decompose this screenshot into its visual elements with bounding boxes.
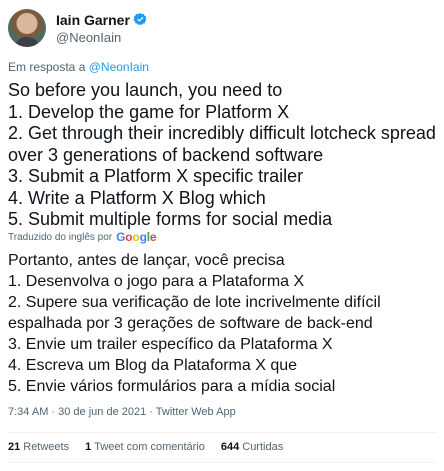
google-logo-icon: Google (116, 230, 157, 244)
translated-text-line: 1. Desenvolva o jogo para a Plataforma X (8, 273, 305, 290)
tweet-text-line: 5. Submit multiple forms for social medi… (8, 209, 333, 229)
likes-stat[interactable]: 644 Curtidas (221, 441, 283, 453)
retweets-count: 21 (8, 441, 21, 453)
translated-text: Portanto, antes de lançar, você precisa … (8, 250, 436, 397)
avatar[interactable] (8, 9, 46, 47)
tweet-stats: 21 Retweets 1 Tweet com comentário 644 Curt… (8, 441, 299, 453)
tweet-text-line: 3. Submit a Platform X specific trailer (8, 166, 304, 186)
quote-tweets-stat[interactable]: 1 Tweet com comentário (85, 441, 205, 453)
verified-badge-icon (133, 12, 147, 25)
name-row: Iain Garner (56, 11, 148, 29)
translated-text-line: 2. Supere sua verificação de lote incriv… (8, 294, 381, 311)
tweet-text-line: 1. Develop the game for Platform X (8, 101, 290, 122)
quote-tweets-label: Tweet com comentário (94, 441, 205, 453)
quote-tweets-count: 1 (85, 441, 92, 453)
reply-mention-link[interactable]: @NeonIain (89, 60, 149, 74)
reply-context: Em resposta a @NeonIain (8, 60, 149, 74)
tweet: Iain Garner @NeonIain Em resposta a @Neo… (0, 0, 444, 471)
likes-count: 644 (220, 441, 240, 453)
divider (8, 462, 436, 463)
retweets-label: Retweets (23, 441, 70, 453)
divider (8, 432, 436, 433)
tweet-text-line: 2. Get through their incredibly difficul… (8, 123, 436, 143)
tweet-text-line: over 3 generations of backend software (8, 144, 324, 165)
author-handle[interactable]: @NeonIain (56, 29, 148, 46)
likes-label: Curtidas (242, 441, 284, 453)
tweet-text-line: So before you launch, you need to (8, 80, 283, 100)
tweet-timestamp[interactable]: 7:34 AM · 30 de jun de 2021 · Twitter We… (8, 406, 236, 418)
tweet-text: So before you launch, you need to 1. Dev… (8, 80, 436, 231)
reply-prefix: Em resposta a (8, 60, 86, 74)
author-display-name[interactable]: Iain Garner (56, 11, 130, 29)
retweets-stat[interactable]: 21 Retweets (8, 441, 69, 453)
tweet-text-line: 4. Write a Platform X Blog which (8, 187, 266, 208)
translated-text-line: 4. Escreva um Blog da Plataforma X que (8, 357, 298, 374)
translated-text-line: 5. Envie vários formulários para a mídia… (8, 378, 336, 395)
translated-text-line: espalhada por 3 gerações de software de … (8, 315, 373, 332)
translated-text-line: 3. Envie um trailer específico da Plataf… (8, 336, 333, 353)
translation-attribution[interactable]: Traduzido do inglês por Google (8, 230, 157, 244)
translation-label: Traduzido do inglês por (8, 231, 113, 243)
translated-text-line: Portanto, antes de lançar, você precisa (8, 252, 285, 269)
tweet-header: Iain Garner @NeonIain (8, 8, 148, 48)
author-info: Iain Garner @NeonIain (56, 11, 148, 46)
